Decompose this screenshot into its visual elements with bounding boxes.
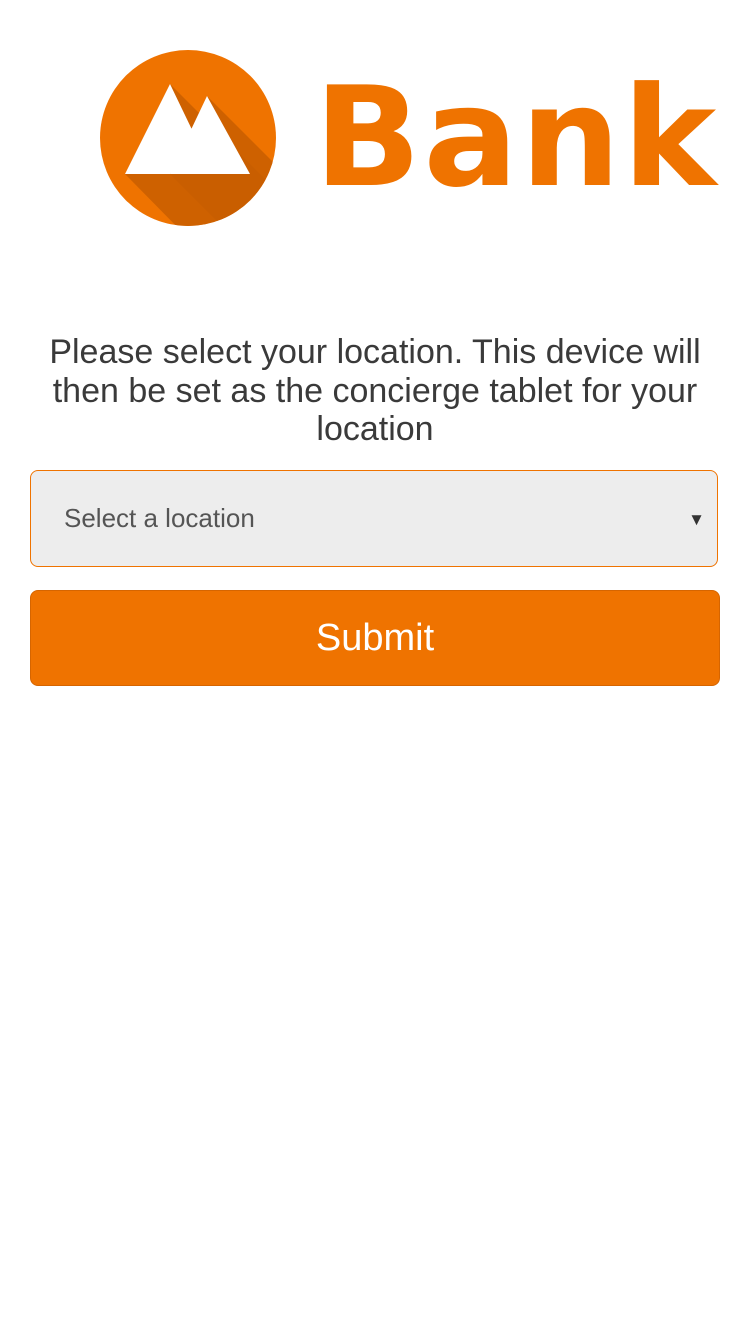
location-select[interactable]: Select a location ▼ [30,470,718,567]
caret-down-icon: ▼ [688,510,705,529]
mountain-logo-icon [100,50,276,226]
instructions-text: Please select your location. This device… [49,333,701,448]
bank-logo: Bank [100,50,716,226]
location-select-value: Select a location [64,503,255,533]
logo-wordmark: Bank [314,57,719,218]
submit-button[interactable]: Submit [30,590,720,686]
